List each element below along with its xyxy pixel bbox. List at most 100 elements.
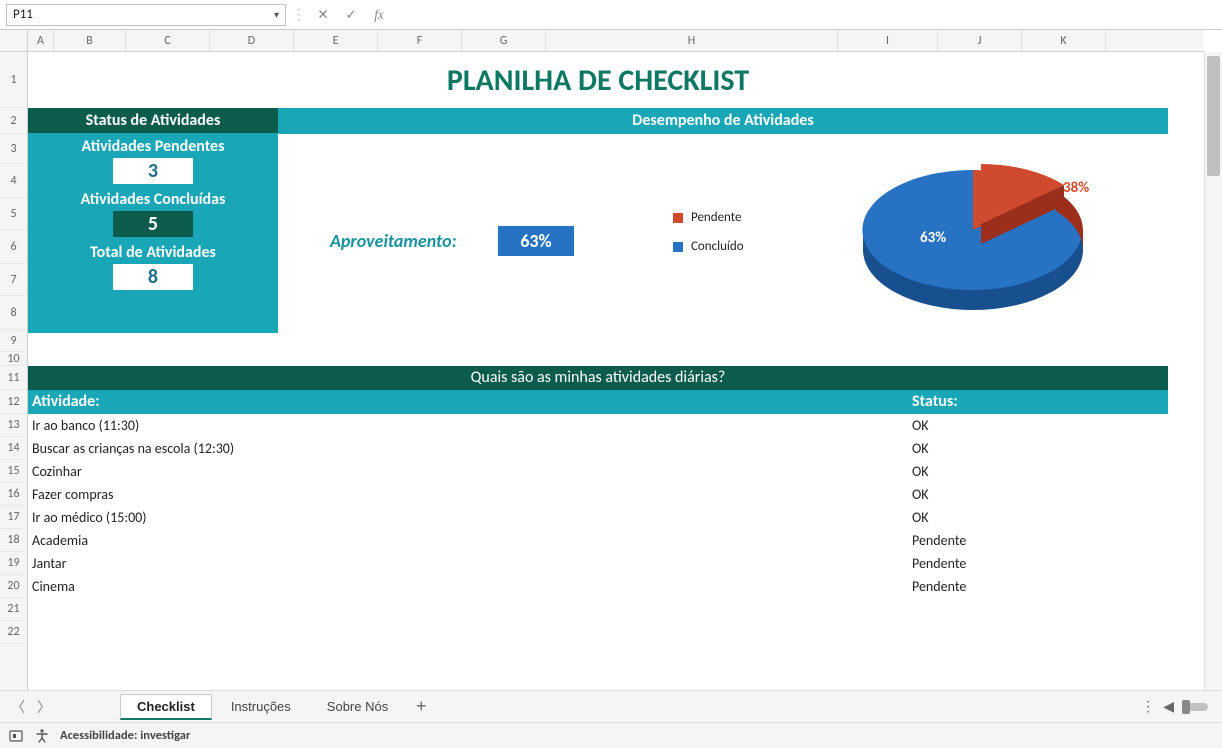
- activity-cell[interactable]: Ir ao médico (15:00): [28, 506, 908, 529]
- record-macro-icon[interactable]: [8, 728, 24, 744]
- cancel-formula-button[interactable]: ✕: [312, 4, 334, 26]
- column-header-c[interactable]: C: [126, 30, 210, 51]
- column-header-j[interactable]: J: [938, 30, 1022, 51]
- column-headers: ABCDEFGHIJK: [28, 30, 1204, 52]
- status-cell[interactable]: OK: [908, 460, 1168, 483]
- row-header-4[interactable]: 4: [0, 164, 27, 198]
- status-cell[interactable]: Pendente: [908, 552, 1168, 575]
- add-sheet-button[interactable]: +: [407, 695, 435, 719]
- accessibility-status[interactable]: Acessibilidade: investigar: [60, 728, 190, 743]
- legend-item-pendente: Pendente: [673, 210, 744, 225]
- sheet-tab-bar: 〈 〉 Checklist Instruções Sobre Nós + ⋮ ◀: [0, 690, 1222, 722]
- sheet-content[interactable]: PLANILHA DE CHECKLIST Status de Atividad…: [28, 52, 1204, 690]
- activity-row[interactable]: Ir ao médico (15:00)OK: [28, 506, 1168, 529]
- collapse-left-icon[interactable]: ◀: [1163, 698, 1174, 715]
- activities-col-activity: Atividade:: [28, 390, 908, 414]
- row-header-22[interactable]: 22: [0, 621, 27, 644]
- column-header-k[interactable]: K: [1022, 30, 1106, 51]
- vertical-scrollbar[interactable]: [1204, 52, 1222, 690]
- chart-legend: Pendente Concluído: [673, 210, 744, 254]
- chevron-left-icon: 〈: [11, 697, 25, 717]
- activity-cell[interactable]: Cinema: [28, 575, 908, 598]
- row-header-12[interactable]: 12: [0, 390, 27, 414]
- row-header-5[interactable]: 5: [0, 198, 27, 230]
- row-header-3[interactable]: 3: [0, 134, 27, 164]
- empty-row[interactable]: [28, 621, 1168, 644]
- activity-cell[interactable]: Fazer compras: [28, 483, 908, 506]
- tabbar-right-controls: ⋮ ◀: [1141, 698, 1216, 715]
- activity-cell[interactable]: Buscar as crianças na escola (12:30): [28, 437, 908, 460]
- row-header-14[interactable]: 14: [0, 437, 27, 460]
- formula-bar: P11 ▾ ⋮ ✕ ✓ fx: [0, 0, 1222, 30]
- status-cell[interactable]: OK: [908, 414, 1168, 437]
- row-header-1[interactable]: 1: [0, 52, 27, 108]
- close-icon: ✕: [317, 7, 328, 23]
- row-header-16[interactable]: 16: [0, 483, 27, 506]
- empty-row[interactable]: [28, 598, 1168, 621]
- status-cell[interactable]: OK: [908, 437, 1168, 460]
- pie-chart-svg: 63% 38%: [828, 142, 1118, 322]
- name-box[interactable]: P11 ▾: [6, 4, 286, 26]
- column-header-e[interactable]: E: [294, 30, 378, 51]
- activity-row[interactable]: JantarPendente: [28, 552, 1168, 575]
- enter-formula-button[interactable]: ✓: [340, 4, 362, 26]
- accessibility-icon[interactable]: [34, 728, 50, 744]
- row-header-9[interactable]: 9: [0, 330, 27, 352]
- activity-row[interactable]: Fazer comprasOK: [28, 483, 1168, 506]
- select-all-corner[interactable]: [0, 30, 28, 52]
- activity-row[interactable]: Ir ao banco (11:30)OK: [28, 414, 1168, 437]
- formula-input[interactable]: [396, 4, 1216, 26]
- activity-row[interactable]: CinemaPendente: [28, 575, 1168, 598]
- row-header-18[interactable]: 18: [0, 529, 27, 552]
- row-header-7[interactable]: 7: [0, 264, 27, 296]
- column-header-d[interactable]: D: [210, 30, 294, 51]
- row-header-10[interactable]: 10: [0, 352, 27, 366]
- column-header-a[interactable]: A: [28, 30, 54, 51]
- status-cell[interactable]: Pendente: [908, 529, 1168, 552]
- tab-nav-prev[interactable]: 〈: [6, 695, 30, 719]
- performance-header: Desempenho de Atividades: [278, 108, 1168, 134]
- row-header-13[interactable]: 13: [0, 414, 27, 437]
- row-header-20[interactable]: 20: [0, 575, 27, 598]
- column-header-f[interactable]: F: [378, 30, 462, 51]
- activity-row[interactable]: Buscar as crianças na escola (12:30)OK: [28, 437, 1168, 460]
- insert-function-button[interactable]: fx: [368, 4, 390, 26]
- activities-rows: Ir ao banco (11:30)OKBuscar as crianças …: [28, 414, 1168, 644]
- activity-row[interactable]: AcademiaPendente: [28, 529, 1168, 552]
- row-header-2[interactable]: 2: [0, 108, 27, 134]
- scrollbar-thumb[interactable]: [1207, 56, 1220, 176]
- row-header-8[interactable]: 8: [0, 296, 27, 330]
- row-header-19[interactable]: 19: [0, 552, 27, 575]
- activities-header-row: Atividade: Status:: [28, 390, 1168, 414]
- status-cell[interactable]: Pendente: [908, 575, 1168, 598]
- horizontal-split-handle[interactable]: [1182, 703, 1208, 711]
- sheet-tab-sobre-nos[interactable]: Sobre Nós: [310, 694, 405, 719]
- status-cell[interactable]: OK: [908, 506, 1168, 529]
- row-header-17[interactable]: 17: [0, 506, 27, 529]
- row-header-21[interactable]: 21: [0, 598, 27, 621]
- chevron-down-icon: ▾: [274, 8, 279, 21]
- more-icon[interactable]: ⋮: [1141, 698, 1155, 715]
- activity-cell[interactable]: Cozinhar: [28, 460, 908, 483]
- column-header-b[interactable]: B: [54, 30, 126, 51]
- spreadsheet-grid: ABCDEFGHIJK 1234567891011121314151617181…: [0, 30, 1222, 690]
- sheet-title-area: PLANILHA DE CHECKLIST: [28, 52, 1168, 108]
- column-header-i[interactable]: I: [838, 30, 938, 51]
- activity-row[interactable]: CozinharOK: [28, 460, 1168, 483]
- row-header-6[interactable]: 6: [0, 230, 27, 264]
- activity-cell[interactable]: Ir ao banco (11:30): [28, 414, 908, 437]
- pie-chart[interactable]: 63% 38%: [828, 142, 1118, 322]
- sheet-tab-instrucoes[interactable]: Instruções: [214, 694, 308, 719]
- row-header-11[interactable]: 11: [0, 366, 27, 390]
- activity-cell[interactable]: Jantar: [28, 552, 908, 575]
- status-cell[interactable]: OK: [908, 483, 1168, 506]
- excel-window: P11 ▾ ⋮ ✕ ✓ fx ABCDEFGHIJK 1234567891011…: [0, 0, 1222, 751]
- page-title: PLANILHA DE CHECKLIST: [447, 62, 749, 99]
- column-header-h[interactable]: H: [546, 30, 838, 51]
- chart-label-concluido: 63%: [920, 229, 946, 247]
- sheet-tab-checklist[interactable]: Checklist: [120, 694, 212, 720]
- row-header-15[interactable]: 15: [0, 460, 27, 483]
- tab-nav-next[interactable]: 〉: [32, 695, 56, 719]
- activity-cell[interactable]: Academia: [28, 529, 908, 552]
- column-header-g[interactable]: G: [462, 30, 546, 51]
